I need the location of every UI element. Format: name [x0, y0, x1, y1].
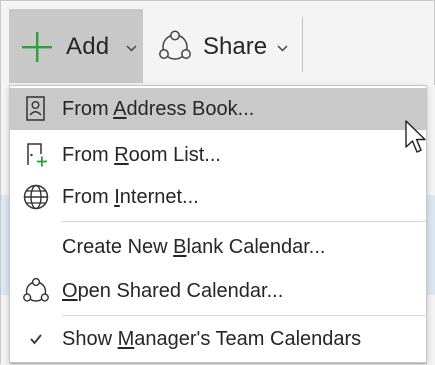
share-icon	[23, 277, 49, 302]
menu-item-label: From Room List...	[62, 144, 221, 166]
room-list-icon	[27, 143, 47, 167]
menu-item-from-room-list[interactable]: From Room List...	[10, 134, 426, 176]
plus-icon	[22, 32, 52, 62]
menu-item-open-shared-calendar[interactable]: Open Shared Calendar...	[10, 270, 426, 312]
share-button[interactable]: Share	[151, 9, 291, 83]
menu-item-label: Create New Blank Calendar...	[62, 236, 326, 258]
address-book-icon	[26, 96, 45, 121]
globe-icon	[23, 184, 49, 210]
app-frame: Add Share From Address Book... From Room…	[0, 0, 435, 365]
menu-item-label: Open Shared Calendar...	[62, 280, 284, 302]
menu-item-label: From Internet...	[62, 186, 199, 208]
mouse-pointer-icon	[405, 120, 426, 153]
ribbon-divider	[302, 17, 303, 72]
background-calendar-edge	[427, 85, 435, 365]
menu-separator	[62, 221, 426, 222]
menu-item-label: From Address Book...	[62, 98, 255, 120]
add-calendar-dropdown-menu: From Address Book... From Room List... F…	[9, 85, 427, 363]
chevron-down-icon	[126, 45, 137, 52]
chevron-down-icon	[277, 45, 288, 52]
checkmark-icon	[30, 334, 42, 345]
menu-separator	[62, 315, 426, 316]
menu-item-from-internet[interactable]: From Internet...	[10, 176, 426, 218]
menu-item-create-new-blank-calendar[interactable]: Create New Blank Calendar...	[10, 226, 426, 268]
add-button[interactable]: Add	[9, 9, 143, 83]
share-button-label: Share	[203, 33, 268, 60]
menu-item-show-managers-team-calendars[interactable]: Show Manager's Team Calendars	[10, 318, 426, 360]
share-icon	[159, 30, 191, 60]
add-button-label: Add	[66, 33, 110, 60]
menu-item-label: Show Manager's Team Calendars	[62, 328, 362, 350]
menu-item-from-address-book[interactable]: From Address Book...	[10, 88, 426, 130]
